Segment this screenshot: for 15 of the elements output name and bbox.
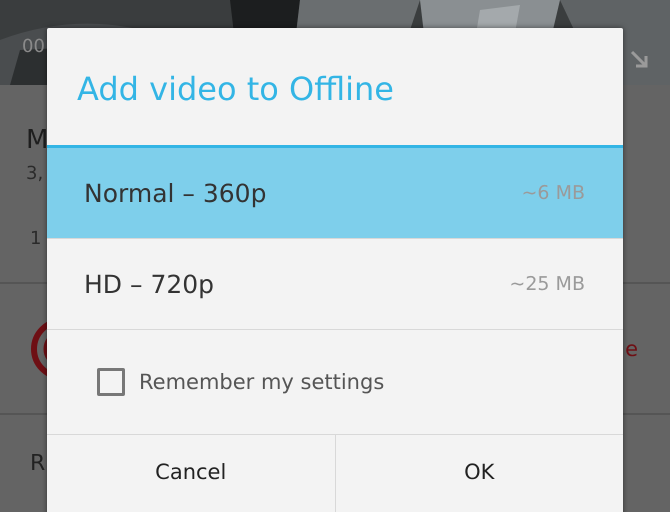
fullscreen-icon[interactable] [628, 48, 650, 70]
quality-label: HD – 720p [84, 270, 214, 298]
quality-option[interactable]: Normal – 360p ~6 MB [47, 148, 623, 239]
checkbox-label: Remember my settings [139, 370, 384, 394]
video-title: M [26, 124, 50, 157]
video-meta: 1 [29, 228, 42, 249]
file-size: ~6 MB [522, 182, 585, 204]
quality-option[interactable]: HD – 720p ~25 MB [47, 239, 623, 330]
video-time: 00 [22, 36, 45, 57]
dialog-button[interactable]: OK [334, 435, 623, 512]
section-heading: R [30, 451, 46, 477]
file-size: ~25 MB [509, 273, 585, 295]
quality-label: Normal – 360p [84, 178, 266, 208]
checkbox[interactable] [97, 368, 125, 396]
view-count: 3, [26, 163, 44, 184]
